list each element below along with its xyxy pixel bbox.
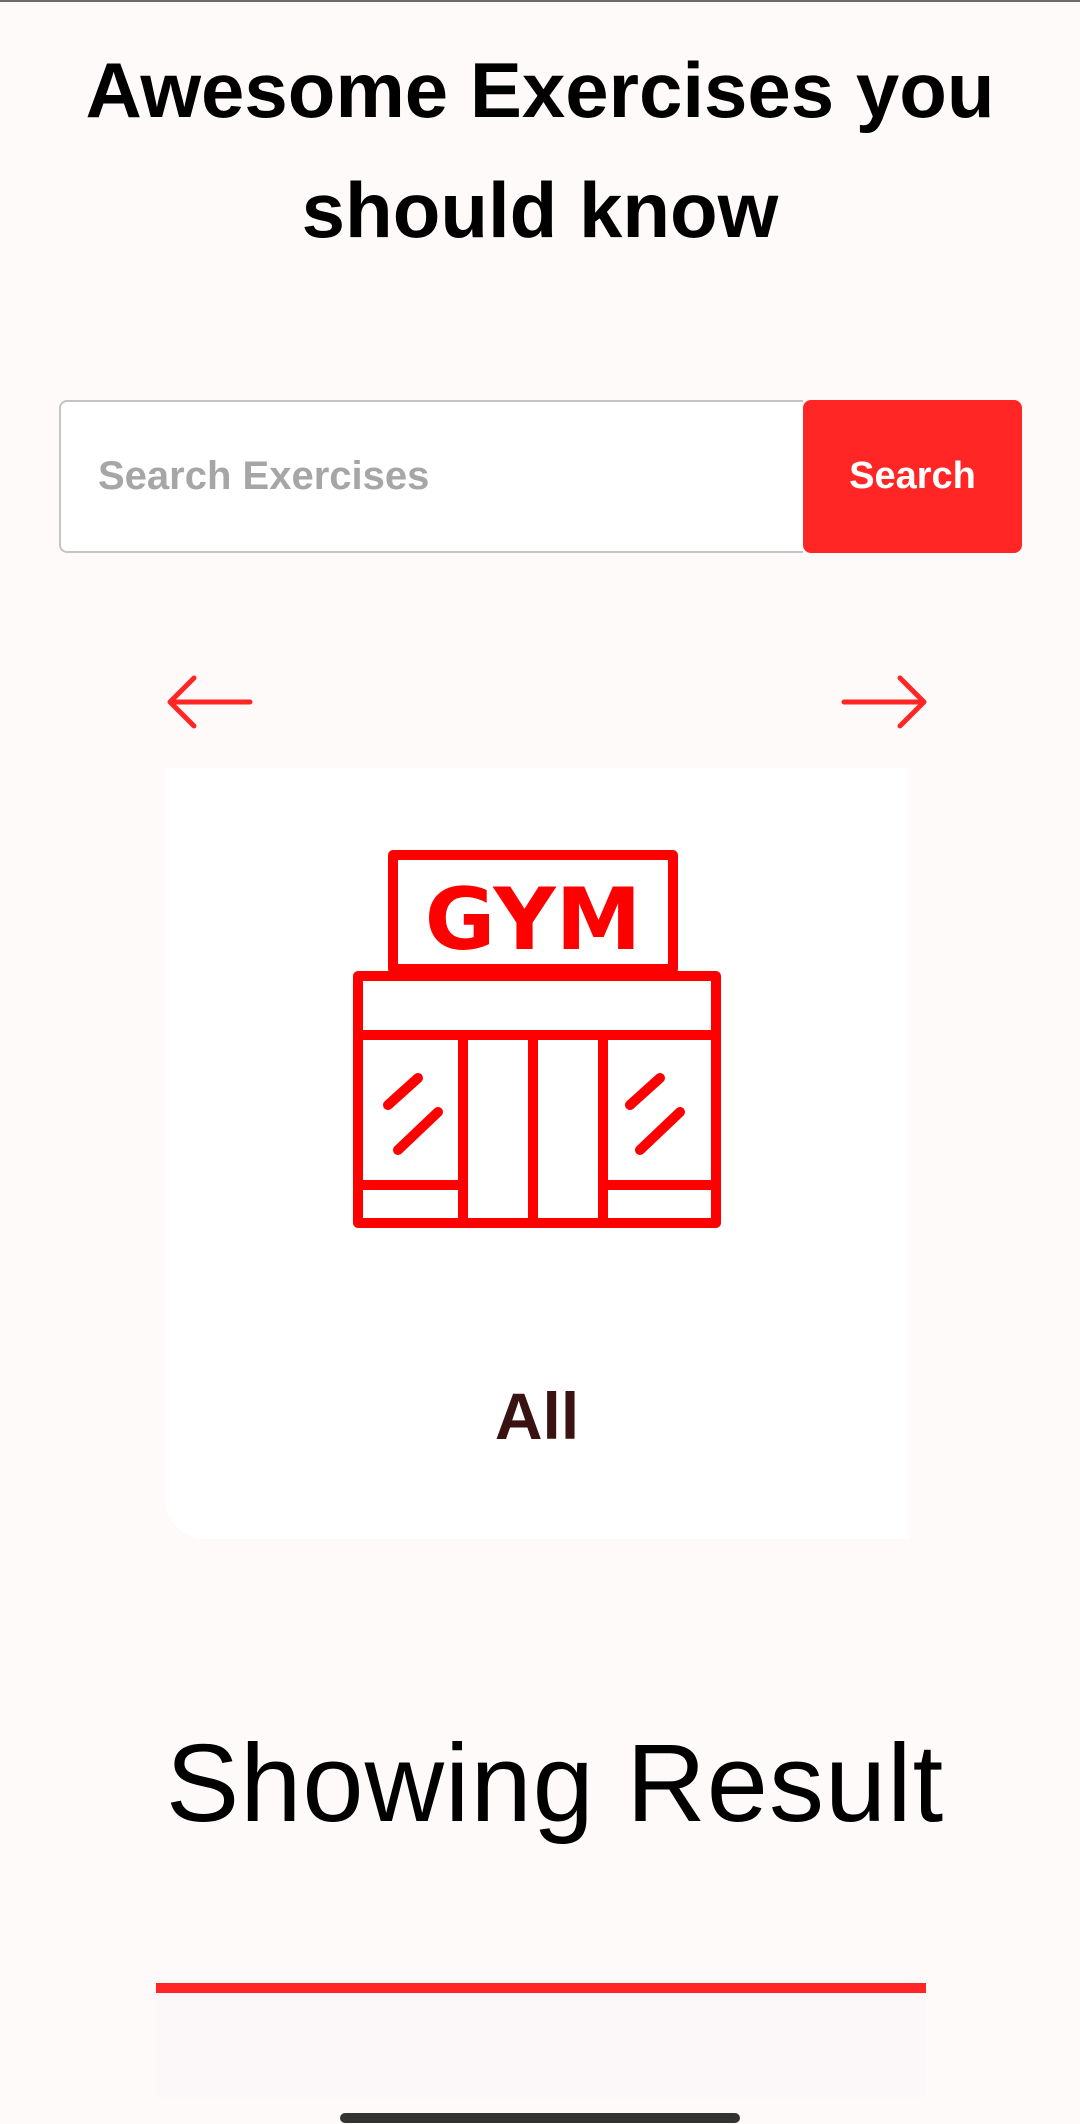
arrow-left-icon[interactable] xyxy=(164,672,254,732)
page-title: Awesome Exercises you should know xyxy=(85,46,995,254)
gym-icon-text: GYM xyxy=(425,870,642,970)
arrow-right-icon[interactable] xyxy=(840,672,930,732)
search-button[interactable]: Search xyxy=(803,400,1022,553)
top-divider xyxy=(0,0,1080,2)
search-input[interactable] xyxy=(59,400,803,553)
category-card-all[interactable]: GYM All xyxy=(165,768,909,1539)
gym-building-icon: GYM xyxy=(353,850,721,1228)
home-indicator[interactable] xyxy=(340,2113,740,2123)
category-label: All xyxy=(494,1379,580,1453)
results-heading: Showing Result xyxy=(165,1722,945,1845)
search-bar: Search xyxy=(59,400,1022,553)
results-divider xyxy=(156,1983,926,1993)
results-area xyxy=(156,1993,926,2097)
